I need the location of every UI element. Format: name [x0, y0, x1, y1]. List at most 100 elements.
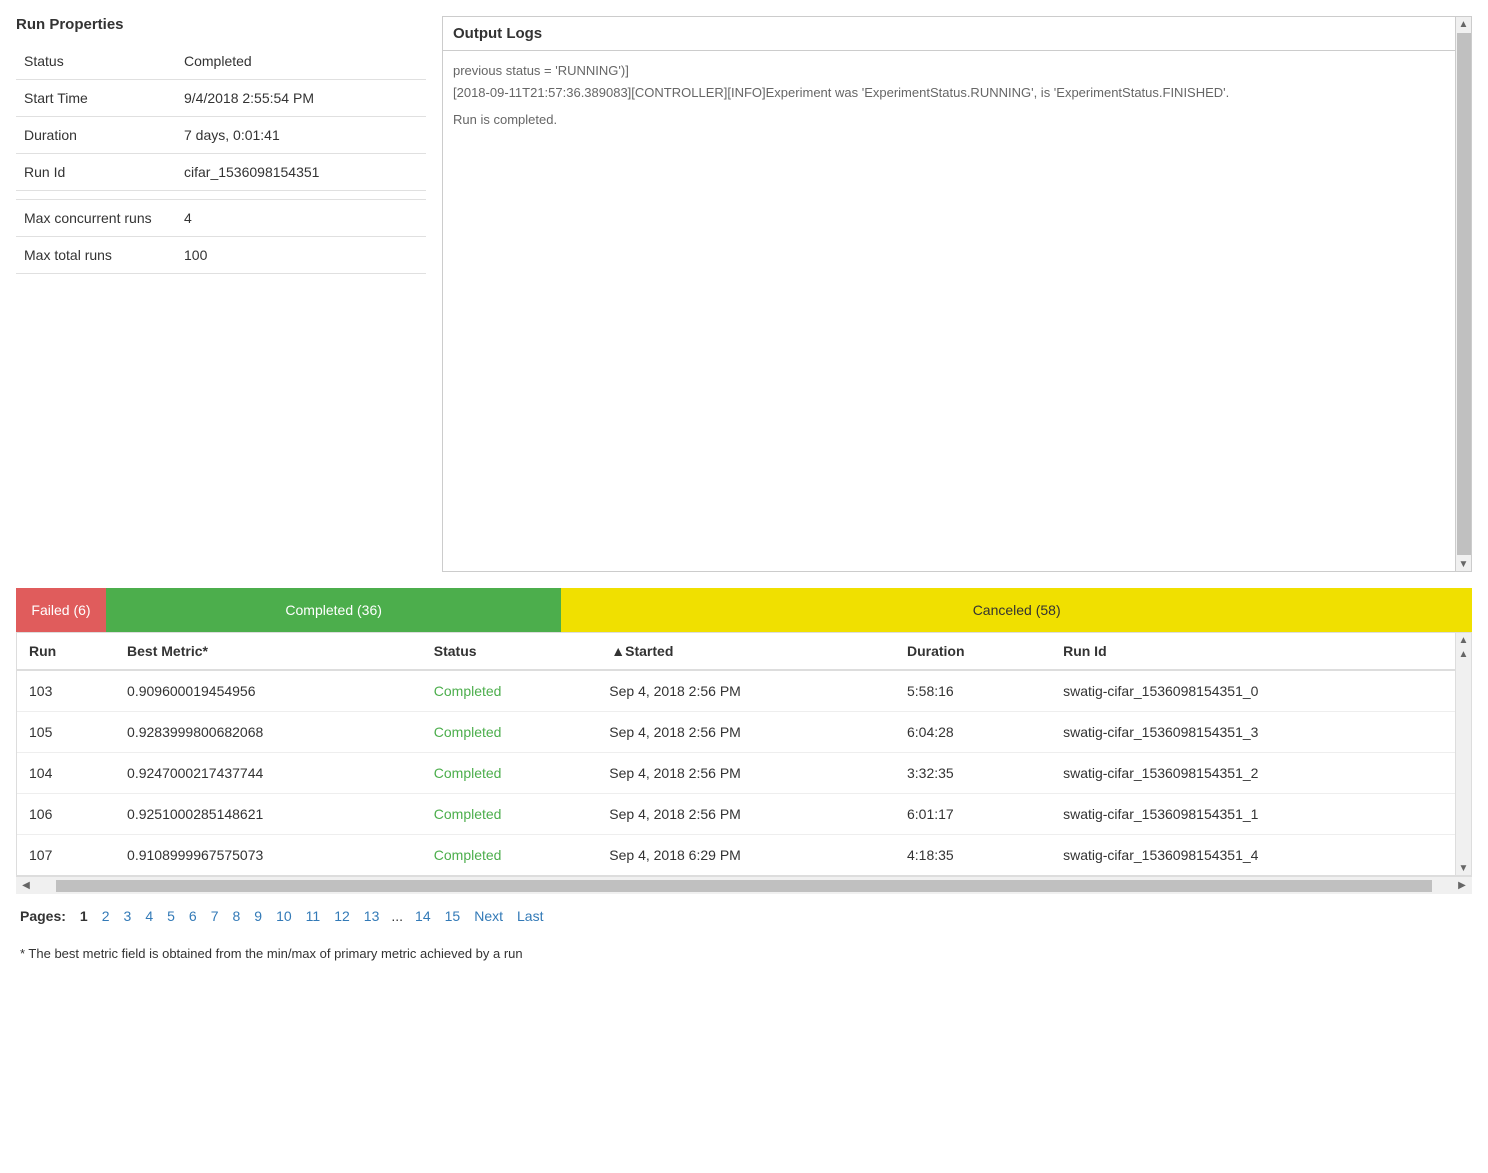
prop-label: Max total runs: [16, 237, 176, 274]
prop-value: 9/4/2018 2:55:54 PM: [176, 80, 426, 117]
output-logs-content[interactable]: previous status = 'RUNNING')][2018-09-11…: [443, 51, 1471, 571]
cell-duration: 6:04:28: [895, 712, 1051, 753]
canceled-status: Canceled (58): [561, 588, 1472, 632]
table-scroll-up2[interactable]: ▲: [1457, 647, 1471, 661]
cell-status: Completed: [422, 670, 598, 712]
page-link-1[interactable]: 1: [74, 906, 94, 926]
pages-label: Pages:: [20, 908, 66, 924]
page-link-9[interactable]: 9: [248, 906, 268, 926]
table-row[interactable]: 1030.909600019454956CompletedSep 4, 2018…: [17, 670, 1471, 712]
log-line: [2018-09-11T21:57:36.389083][CONTROLLER]…: [453, 83, 1451, 103]
output-logs-title: Output Logs: [443, 17, 1471, 51]
h-scroll-right[interactable]: ▶: [1452, 880, 1472, 891]
page-link-15[interactable]: 15: [439, 906, 467, 926]
runs-table: RunBest Metric*Status▲StartedDurationRun…: [17, 633, 1471, 875]
page-link-3[interactable]: 3: [118, 906, 138, 926]
cell-status: Completed: [422, 712, 598, 753]
run-properties-title: Run Properties: [16, 16, 426, 33]
cell-status: Completed: [422, 794, 598, 835]
page-link-4[interactable]: 4: [139, 906, 159, 926]
cell-started: Sep 4, 2018 2:56 PM: [597, 670, 895, 712]
cell-runId: swatig-cifar_1536098154351_3: [1051, 712, 1471, 753]
horizontal-scrollbar[interactable]: ◀ ▶: [16, 876, 1472, 894]
prop-value: 4: [176, 200, 426, 237]
cell-started: Sep 4, 2018 6:29 PM: [597, 835, 895, 876]
table-row[interactable]: 1040.9247000217437744CompletedSep 4, 201…: [17, 753, 1471, 794]
table-row[interactable]: 1060.9251000285148621CompletedSep 4, 201…: [17, 794, 1471, 835]
cell-status: Completed: [422, 753, 598, 794]
runs-section: RunBest Metric*Status▲StartedDurationRun…: [16, 632, 1472, 876]
col-header-runId: Run Id: [1051, 633, 1471, 670]
completed-status: Completed (36): [106, 588, 561, 632]
log-line: Run is completed.: [453, 110, 1451, 130]
cell-duration: 5:58:16: [895, 670, 1051, 712]
page-link-12[interactable]: 12: [328, 906, 356, 926]
table-row[interactable]: 1050.9283999800682068CompletedSep 4, 201…: [17, 712, 1471, 753]
cell-duration: 3:32:35: [895, 753, 1051, 794]
prop-value: cifar_1536098154351: [176, 154, 426, 191]
cell-metric: 0.9283999800682068: [115, 712, 422, 753]
pagination: Pages: 12345678910111213...1415NextLast: [16, 894, 1472, 938]
page-link-2[interactable]: 2: [96, 906, 116, 926]
status-bar: Failed (6) Completed (36) Canceled (58): [16, 588, 1472, 632]
cell-run: 104: [17, 753, 115, 794]
col-header-started[interactable]: ▲Started: [597, 633, 895, 670]
cell-runId: swatig-cifar_1536098154351_0: [1051, 670, 1471, 712]
cell-metric: 0.9251000285148621: [115, 794, 422, 835]
cell-runId: swatig-cifar_1536098154351_2: [1051, 753, 1471, 794]
log-scrollbar[interactable]: ▲ ▼: [1455, 17, 1471, 571]
failed-status: Failed (6): [16, 588, 106, 632]
scroll-thumb[interactable]: [1457, 33, 1471, 555]
cell-runId: swatig-cifar_1536098154351_1: [1051, 794, 1471, 835]
page-link-6[interactable]: 6: [183, 906, 203, 926]
prop-label: Duration: [16, 117, 176, 154]
h-scroll-left[interactable]: ◀: [16, 880, 36, 891]
page-link-8[interactable]: 8: [227, 906, 247, 926]
cell-metric: 0.909600019454956: [115, 670, 422, 712]
cell-run: 106: [17, 794, 115, 835]
cell-status: Completed: [422, 835, 598, 876]
page-link-13[interactable]: 13: [358, 906, 386, 926]
page-link-7[interactable]: 7: [205, 906, 225, 926]
cell-duration: 4:18:35: [895, 835, 1051, 876]
scroll-down-arrow[interactable]: ▼: [1457, 557, 1471, 571]
cell-started: Sep 4, 2018 2:56 PM: [597, 753, 895, 794]
page-link-14[interactable]: 14: [409, 906, 437, 926]
output-logs-panel: Output Logs previous status = 'RUNNING')…: [442, 16, 1472, 572]
table-scrollbar[interactable]: ▲ ▲ ▼: [1455, 633, 1471, 875]
table-scroll-up[interactable]: ▲: [1457, 633, 1471, 647]
prop-value: Completed: [176, 43, 426, 80]
col-header-duration: Duration: [895, 633, 1051, 670]
cell-runId: swatig-cifar_1536098154351_4: [1051, 835, 1471, 876]
properties-table: StatusCompletedStart Time9/4/2018 2:55:5…: [16, 43, 426, 274]
page-last[interactable]: Last: [511, 906, 549, 926]
page-next[interactable]: Next: [468, 906, 509, 926]
col-header-metric: Best Metric*: [115, 633, 422, 670]
prop-label: Status: [16, 43, 176, 80]
scroll-up-arrow[interactable]: ▲: [1457, 17, 1471, 31]
table-scroll-down[interactable]: ▼: [1457, 861, 1471, 875]
cell-metric: 0.9108999967575073: [115, 835, 422, 876]
prop-value: 7 days, 0:01:41: [176, 117, 426, 154]
footnote: * The best metric field is obtained from…: [16, 938, 1472, 969]
cell-started: Sep 4, 2018 2:56 PM: [597, 712, 895, 753]
log-line: previous status = 'RUNNING')]: [453, 61, 1451, 81]
cell-run: 103: [17, 670, 115, 712]
run-properties-panel: Run Properties StatusCompletedStart Time…: [16, 16, 426, 572]
prop-value: 100: [176, 237, 426, 274]
col-header-run: Run: [17, 633, 115, 670]
prop-label: Start Time: [16, 80, 176, 117]
cell-duration: 6:01:17: [895, 794, 1051, 835]
cell-run: 105: [17, 712, 115, 753]
page-link-5[interactable]: 5: [161, 906, 181, 926]
cell-started: Sep 4, 2018 2:56 PM: [597, 794, 895, 835]
cell-run: 107: [17, 835, 115, 876]
runs-table-wrapper: RunBest Metric*Status▲StartedDurationRun…: [16, 632, 1472, 894]
table-row[interactable]: 1070.9108999967575073CompletedSep 4, 201…: [17, 835, 1471, 876]
page-link-11[interactable]: 11: [300, 906, 327, 926]
prop-label: Max concurrent runs: [16, 200, 176, 237]
h-scroll-track[interactable]: [56, 880, 1432, 892]
pagination-dots: ...: [387, 906, 407, 926]
col-header-status: Status: [422, 633, 598, 670]
page-link-10[interactable]: 10: [270, 906, 298, 926]
